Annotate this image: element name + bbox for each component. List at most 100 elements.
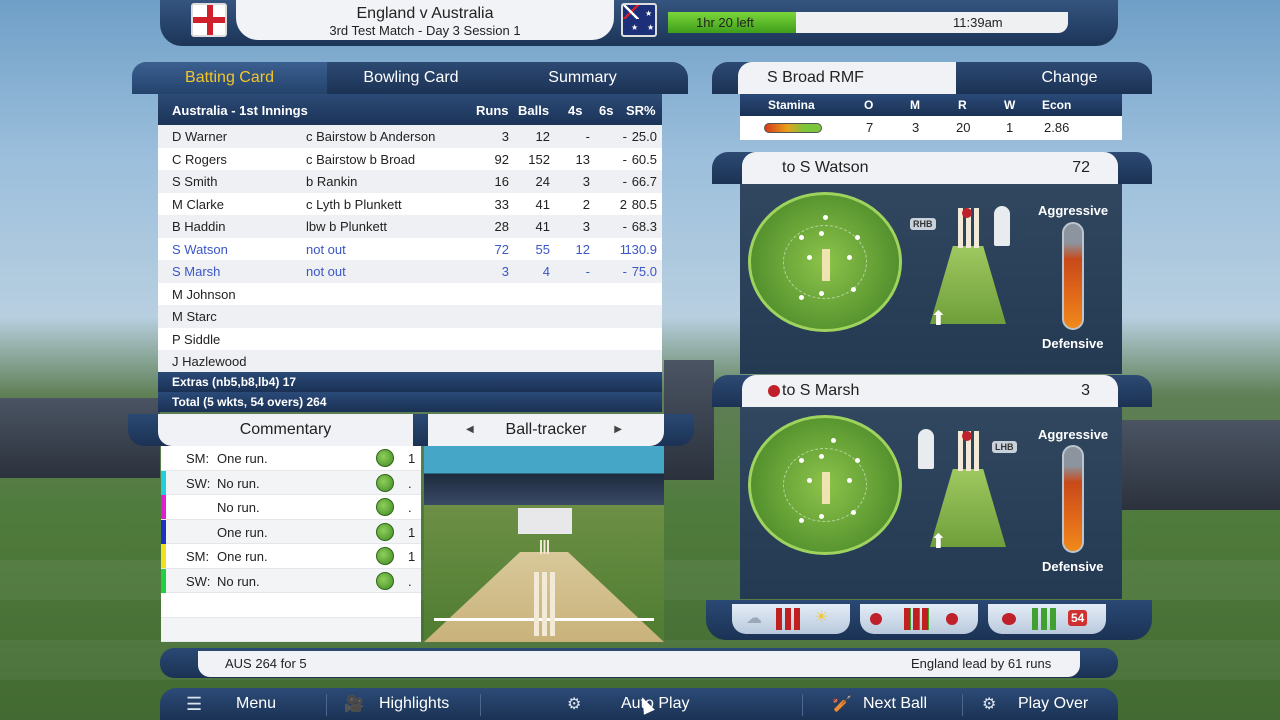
batting-row[interactable]: C Rogers c Bairstow b Broad 92 152 13-60.5 (158, 148, 662, 171)
meter-icon (904, 608, 930, 630)
commentary-row[interactable]: SM: One run. 1 (161, 446, 421, 471)
batting-row[interactable]: M Starc (158, 305, 662, 328)
pitch-map-icon[interactable] (376, 571, 394, 590)
pitch-map-icon[interactable] (376, 498, 394, 516)
batting-row[interactable]: S Watson not out 72 55 12 1 130.9 (158, 238, 662, 261)
next-arrow-icon[interactable]: ▶ (614, 414, 622, 446)
commentary-empty-row (161, 593, 421, 618)
field-target-marsh[interactable]: to S Marsh 3 (742, 375, 1118, 407)
fours-cell: 2 (582, 196, 590, 212)
commentary-runs: 1 (408, 451, 416, 466)
commentary-row[interactable]: SW: No run.. (161, 568, 421, 593)
col-strike-rate: SR% (626, 103, 656, 118)
aggression-slider[interactable] (1062, 222, 1084, 330)
defensive-label: Defensive (1042, 336, 1104, 351)
dismissal-text: not out (306, 264, 346, 279)
pitch-condition-button[interactable] (860, 604, 978, 634)
commentary-row[interactable]: One run. 1 (161, 519, 421, 544)
batting-row[interactable]: M Clarke c Lyth b Plunkett 33 41 2 2 80.5 (158, 193, 662, 216)
menu-icon[interactable]: ☰ (186, 694, 202, 715)
fours-cell: 3 (582, 174, 590, 189)
batting-row[interactable]: P Siddle (158, 328, 662, 351)
maidens-value: 3 (912, 120, 920, 135)
clock-label: 11:39am (953, 15, 1003, 30)
dismissal-text: c Bairstow b Broad (306, 151, 416, 167)
batting-row[interactable]: M Johnson (158, 283, 662, 306)
commentary-batter: SM: (186, 549, 210, 564)
match-info: England v Australia 3rd Test Match - Day… (236, 0, 614, 40)
aggression-slider[interactable] (1062, 445, 1084, 553)
ball-color-marker (161, 470, 166, 495)
stumps-near (534, 572, 556, 636)
tab-bowling-card[interactable]: Bowling Card (327, 62, 495, 94)
pitch-map-icon[interactable] (376, 547, 394, 565)
batter-name: S Smith (172, 174, 218, 189)
commentary-row[interactable]: SM: One run. 1 (161, 544, 421, 569)
batting-row[interactable]: S Marsh not out 3 4- -75.0 (158, 260, 662, 283)
commentary-row[interactable]: No run.. (161, 495, 421, 520)
pitch-ball-icon (946, 613, 958, 625)
change-bowler-button[interactable]: Change (987, 62, 1152, 94)
col-sixes: 6s (599, 103, 614, 118)
batting-row[interactable]: D Warner c Bairstow b Anderson 3 12- -25.0 (158, 125, 662, 148)
tab-commentary[interactable]: Commentary (158, 414, 413, 446)
col-stamina: Stamina (768, 98, 815, 112)
commentary-bar: Commentary ◀ Ball-tracker ▶ (128, 414, 694, 446)
fours-cell: 13 (575, 151, 590, 167)
commentary-batter: SM: (186, 451, 210, 466)
strike-rate-cell: 80.5 (631, 196, 657, 212)
batting-row[interactable]: S Smith b Rankin 16 24 3-66.7 (158, 170, 662, 193)
balls-cell: 41 (535, 196, 550, 212)
strike-rate-cell: 60.5 (631, 151, 657, 167)
auto-play-button[interactable]: Auto Play (621, 688, 689, 720)
dismissal-text: b Rankin (306, 174, 358, 189)
pitch-map-icon[interactable] (376, 449, 394, 467)
scorecard-tabs: Batting Card Bowling Card Summary (132, 62, 688, 94)
col-fours: 4s (568, 103, 583, 118)
play-over-icon: ⚙ (982, 696, 997, 713)
runs-cell: 33 (494, 196, 509, 212)
highlights-icon: 🎥 (344, 696, 364, 713)
batter-name: C Rogers (172, 151, 227, 167)
england-flag-icon (191, 3, 227, 37)
time-left-label: 1hr 20 left (696, 15, 754, 30)
sun-icon: ☀ (814, 609, 829, 626)
ball-color-marker (161, 495, 166, 519)
handedness-label: RHB (910, 218, 936, 230)
next-ball-button[interactable]: Next Ball (863, 688, 927, 720)
tab-summary[interactable]: Summary (495, 62, 670, 94)
batsman-icon (994, 206, 1010, 246)
field-target-watson[interactable]: to S Watson 72 (742, 152, 1118, 184)
pitch-map-icon[interactable] (376, 473, 394, 492)
economy-value: 2.86 (1044, 120, 1070, 135)
status-bar: AUS 264 for 5 England lead by 61 runs (160, 648, 1118, 678)
play-over-button[interactable]: Play Over (1018, 688, 1088, 720)
field-map[interactable] (748, 415, 902, 555)
field-map[interactable] (748, 192, 902, 332)
bowler-stats-values: 7 3 20 1 2.86 (740, 116, 1122, 140)
prev-arrow-icon[interactable]: ◀ (466, 414, 474, 446)
commentary-text: No run. (217, 475, 260, 491)
direction-arrow-icon: ⬆ (930, 531, 947, 553)
ball-tracker-selector[interactable]: ◀ Ball-tracker ▶ (428, 414, 664, 446)
batting-row[interactable]: B Haddin lbw b Plunkett 28 41 3-68.3 (158, 215, 662, 238)
runs-cell: 3 (501, 264, 509, 279)
ball-tracker-label: Ball-tracker (505, 421, 587, 438)
bowler-stats-header: Stamina O M R W Econ (740, 94, 1122, 116)
fours-cell: 3 (582, 219, 590, 234)
field-header-watson: to S Watson 72 (712, 152, 1152, 184)
weather-button[interactable]: ☁ ☀ (732, 604, 850, 634)
batter-name: J Hazlewood (172, 354, 247, 369)
commentary-row[interactable]: SW: No run.. (161, 470, 421, 495)
aggressive-label: Aggressive (1038, 427, 1109, 442)
score-summary: AUS 264 for 5 (225, 656, 307, 671)
tab-batting-card[interactable]: Batting Card (132, 62, 327, 94)
commentary-runs: . (408, 475, 412, 491)
lead-summary: England lead by 61 runs (911, 656, 1052, 671)
australia-flag-icon: ★ ★ ★ (621, 3, 657, 37)
highlights-button[interactable]: Highlights (379, 688, 449, 720)
batting-row[interactable]: J Hazlewood (158, 350, 662, 373)
menu-button[interactable]: Menu (236, 688, 276, 720)
pitch-map-icon[interactable] (376, 522, 394, 541)
ball-condition-button[interactable]: 54 (988, 604, 1106, 634)
